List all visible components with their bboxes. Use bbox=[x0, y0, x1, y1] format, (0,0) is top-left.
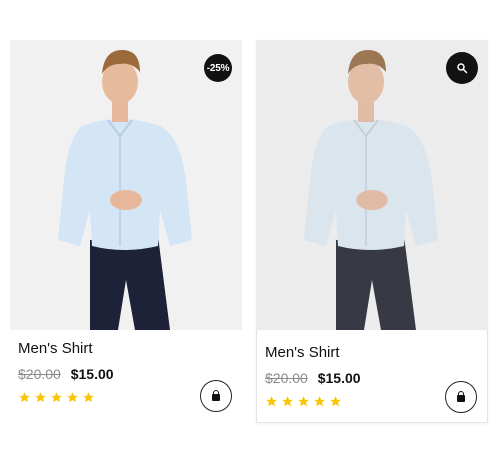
star-icon bbox=[314, 396, 325, 407]
star-icon bbox=[83, 392, 94, 403]
star-icon bbox=[330, 396, 341, 407]
shopping-bag-icon bbox=[212, 390, 220, 401]
search-icon bbox=[457, 63, 468, 74]
star-icon bbox=[282, 396, 293, 407]
star-icon bbox=[266, 396, 277, 407]
add-to-cart-button[interactable] bbox=[200, 380, 232, 412]
product-title[interactable]: Men's Shirt bbox=[18, 340, 238, 358]
star-icon bbox=[19, 392, 30, 403]
product-photo bbox=[58, 50, 192, 330]
price-row: $20.00 $15.00 bbox=[18, 365, 238, 383]
star-icon bbox=[35, 392, 46, 403]
old-price: $20.00 bbox=[18, 366, 61, 382]
shopping-bag-icon bbox=[457, 391, 465, 402]
product-photo bbox=[304, 50, 438, 330]
sale-price: $15.00 bbox=[317, 370, 361, 386]
product-title[interactable]: Men's Shirt bbox=[265, 344, 485, 362]
quick-view-button[interactable] bbox=[446, 52, 478, 84]
product-image[interactable] bbox=[256, 40, 488, 330]
star-icon bbox=[67, 392, 78, 403]
old-price: $20.00 bbox=[265, 370, 308, 386]
add-to-cart-button[interactable] bbox=[445, 381, 477, 413]
product-card[interactable]: -25% Men's Shirt $20.00 $15.00 bbox=[10, 40, 242, 420]
product-image[interactable]: -25% bbox=[10, 40, 242, 330]
product-card[interactable]: Men's Shirt $20.00 $15.00 bbox=[256, 40, 488, 423]
sale-price: $15.00 bbox=[70, 366, 114, 382]
discount-badge: -25% bbox=[204, 54, 232, 82]
star-icon bbox=[51, 392, 62, 403]
star-icon bbox=[298, 396, 309, 407]
